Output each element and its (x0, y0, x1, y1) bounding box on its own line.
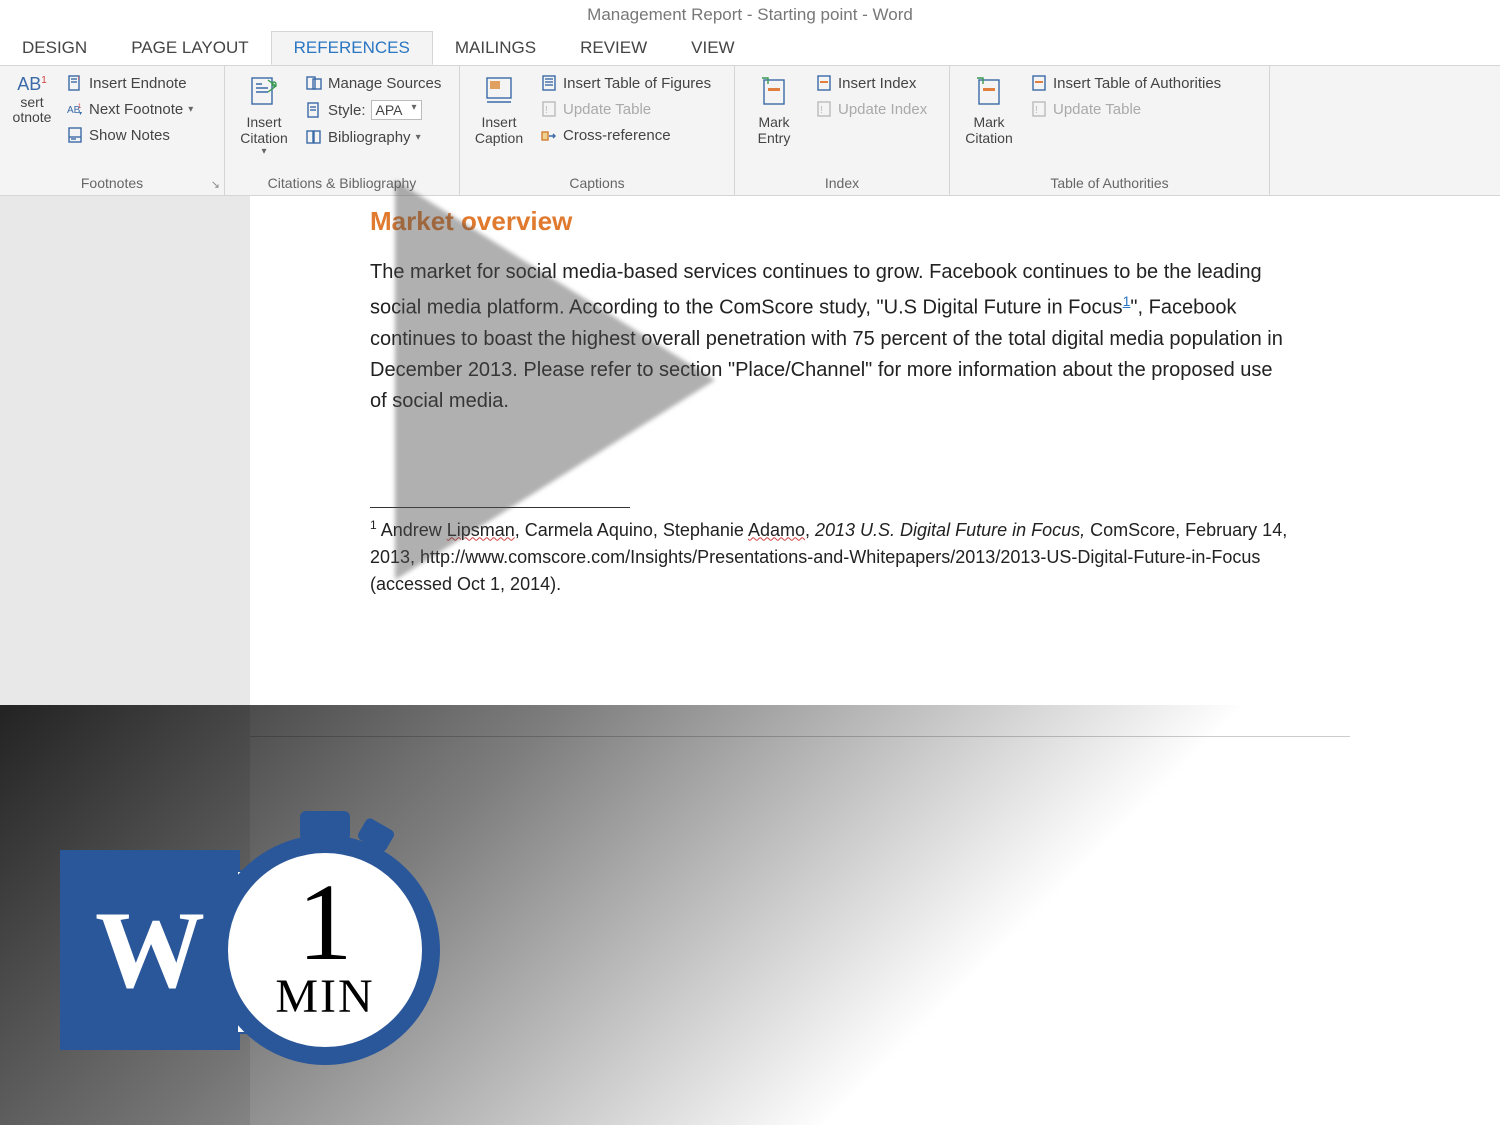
duration-number: 1 (298, 876, 353, 970)
stopwatch-icon: 1 MIN (210, 835, 440, 1065)
insert-table-authorities-button[interactable]: Insert Table of Authorities (1026, 72, 1225, 94)
table-authorities-icon (1030, 74, 1048, 92)
update-authorities-icon: ! (1030, 100, 1048, 118)
group-citations: Insert Citation Manage Sources Style: AP… (225, 66, 460, 195)
tab-review[interactable]: REVIEW (558, 32, 669, 64)
mark-entry-icon (756, 74, 792, 110)
update-index-icon: ! (815, 100, 833, 118)
svg-text:i: i (78, 76, 79, 82)
group-footnotes-label: Footnotes (8, 172, 216, 195)
insert-index-button[interactable]: Insert Index (811, 72, 931, 94)
heading-market-overview: Market overview (370, 206, 1290, 237)
update-table-button: ! Update Table (536, 98, 715, 120)
group-captions-label: Captions (468, 172, 726, 195)
video-badge: W 1 MIN (60, 835, 440, 1065)
group-authorities-label: Table of Authorities (958, 172, 1261, 195)
tab-mailings[interactable]: MAILINGS (433, 32, 558, 64)
footnotes-launcher-icon[interactable]: ↘ (211, 178, 220, 191)
cross-reference-button[interactable]: Cross-reference (536, 124, 715, 146)
svg-text:!: ! (820, 105, 823, 116)
update-authorities-button: ! Update Table (1026, 98, 1225, 120)
mark-citation-icon (971, 74, 1007, 110)
body-paragraph: The market for social media-based servic… (370, 257, 1290, 417)
duration-unit: MIN (275, 969, 374, 1024)
update-table-icon: ! (540, 100, 558, 118)
mark-entry-button[interactable]: Mark Entry (743, 70, 805, 172)
group-index-label: Index (743, 172, 941, 195)
insert-endnote-label: Insert Endnote (89, 75, 187, 92)
show-notes-icon (66, 126, 84, 144)
svg-text:!: ! (1035, 105, 1038, 116)
mark-entry-label: Mark Entry (743, 114, 805, 146)
group-citations-label: Citations & Bibliography (233, 172, 451, 195)
insert-table-figures-button[interactable]: Insert Table of Figures (536, 72, 715, 94)
tab-page-layout[interactable]: PAGE LAYOUT (109, 32, 270, 64)
manage-sources-icon (305, 74, 323, 92)
title-bar: Management Report - Starting point - Wor… (0, 0, 1500, 30)
style-icon (305, 101, 323, 119)
citation-icon (246, 74, 282, 110)
update-table-label: Update Table (563, 101, 651, 118)
insert-citation-label: Insert Citation (233, 114, 295, 146)
caption-icon (481, 74, 517, 110)
ribbon: AB1 sertotnote i Insert Endnote AB1 Next… (0, 66, 1500, 196)
cross-reference-label: Cross-reference (563, 127, 671, 144)
table-figures-icon (540, 74, 558, 92)
svg-text:1: 1 (78, 104, 82, 110)
insert-index-label: Insert Index (838, 75, 916, 92)
tab-view[interactable]: VIEW (669, 32, 756, 64)
next-footnote-icon: AB1 (66, 100, 84, 118)
update-authorities-label: Update Table (1053, 101, 1141, 118)
footnote-1: 1 Andrew Lipsman, Carmela Aquino, Stepha… (370, 516, 1290, 598)
mark-citation-label: Mark Citation (958, 114, 1020, 146)
mark-citation-button[interactable]: Mark Citation (958, 70, 1020, 172)
group-footnotes: AB1 sertotnote i Insert Endnote AB1 Next… (0, 66, 225, 195)
insert-caption-label: Insert Caption (468, 114, 530, 146)
next-footnote-button[interactable]: AB1 Next Footnote (62, 98, 197, 120)
footnote-separator (370, 507, 630, 508)
update-index-label: Update Index (838, 101, 927, 118)
ribbon-tabs: DESIGN PAGE LAYOUT REFERENCES MAILINGS R… (0, 30, 1500, 66)
insert-endnote-button[interactable]: i Insert Endnote (62, 72, 197, 94)
update-index-button: ! Update Index (811, 98, 931, 120)
group-captions: Insert Caption Insert Table of Figures !… (460, 66, 735, 195)
insert-index-icon (815, 74, 833, 92)
insert-footnote-label: sertotnote (13, 95, 52, 126)
show-notes-button[interactable]: Show Notes (62, 124, 197, 146)
page-break (250, 736, 1350, 737)
tab-design[interactable]: DESIGN (0, 32, 109, 64)
insert-table-authorities-label: Insert Table of Authorities (1053, 75, 1221, 92)
tab-references[interactable]: REFERENCES (271, 31, 433, 65)
manage-sources-button[interactable]: Manage Sources (301, 72, 445, 94)
document-page[interactable]: Market overview The market for social me… (250, 196, 1350, 638)
cross-reference-icon (540, 126, 558, 144)
bibliography-label: Bibliography (328, 129, 411, 146)
bibliography-button[interactable]: Bibliography (301, 126, 445, 148)
show-notes-label: Show Notes (89, 127, 170, 144)
citation-style-select[interactable]: Style: APA (301, 98, 445, 122)
svg-text:!: ! (545, 105, 548, 116)
style-label: Style: (328, 102, 366, 119)
next-footnote-label: Next Footnote (89, 101, 183, 118)
group-index: Mark Entry Insert Index ! Update Index I… (735, 66, 950, 195)
style-value[interactable]: APA (371, 100, 422, 120)
endnote-icon: i (66, 74, 84, 92)
group-authorities: Mark Citation Insert Table of Authoritie… (950, 66, 1270, 195)
insert-caption-button[interactable]: Insert Caption (468, 70, 530, 172)
insert-citation-button[interactable]: Insert Citation (233, 70, 295, 172)
insert-footnote-button[interactable]: AB1 sertotnote (8, 70, 56, 172)
manage-sources-label: Manage Sources (328, 75, 441, 92)
bibliography-icon (305, 128, 323, 146)
insert-table-figures-label: Insert Table of Figures (563, 75, 711, 92)
